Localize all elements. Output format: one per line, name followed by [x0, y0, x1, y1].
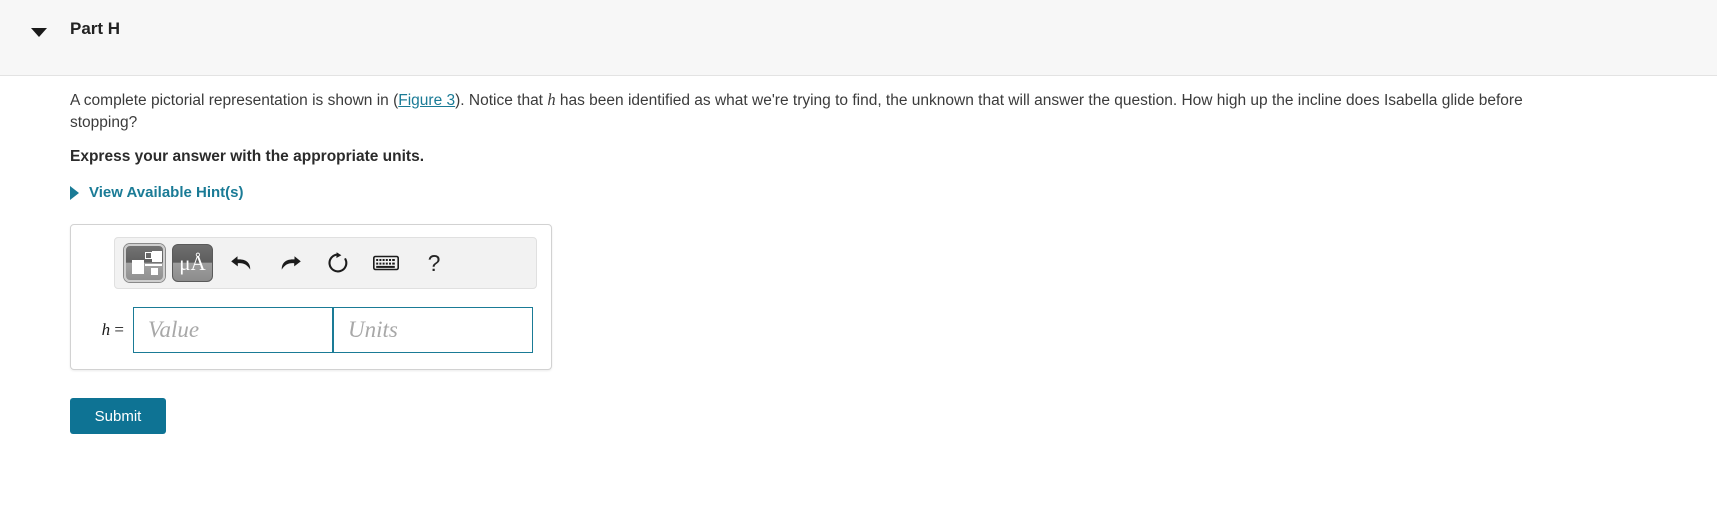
redo-icon — [278, 252, 302, 274]
undo-icon — [230, 252, 254, 274]
disclosure-triangle-icon[interactable] — [30, 23, 48, 41]
question-text-after-link-1: ). Notice that — [455, 92, 548, 109]
question-body: A complete pictorial representation is s… — [0, 76, 1717, 434]
question-mark-icon: ? — [427, 249, 441, 276]
answer-variable-label: h = — [101, 320, 124, 339]
question-text-before-link: A complete pictorial representation is s… — [70, 92, 399, 109]
page-title: Part H — [70, 19, 121, 38]
units-input[interactable] — [333, 307, 533, 353]
math-template-button[interactable] — [124, 244, 165, 282]
triangle-right-icon — [70, 186, 79, 200]
redo-button[interactable] — [268, 244, 312, 282]
undo-button[interactable] — [220, 244, 264, 282]
help-button[interactable]: ? — [412, 244, 456, 282]
math-toolbar: μÅ ? — [114, 237, 537, 289]
view-hints-label: View Available Hint(s) — [89, 184, 244, 201]
figure-link[interactable]: Figure 3 — [398, 92, 455, 109]
view-hints-toggle[interactable]: View Available Hint(s) — [70, 166, 300, 201]
question-text: A complete pictorial representation is s… — [70, 89, 1550, 134]
reset-circular-arrow-icon — [326, 251, 350, 275]
answer-instruction: Express your answer with the appropriate… — [70, 148, 425, 165]
keyboard-button[interactable] — [364, 244, 408, 282]
units-button[interactable]: μÅ — [172, 244, 213, 282]
math-template-icon — [131, 251, 162, 275]
reset-button[interactable] — [316, 244, 360, 282]
keyboard-icon — [373, 254, 399, 272]
micro-angstrom-icon: μÅ — [179, 250, 206, 275]
part-header: Part H — [0, 0, 1717, 76]
answer-input-row: h = — [71, 307, 551, 353]
submit-button[interactable]: Submit — [70, 398, 166, 434]
value-input[interactable] — [133, 307, 333, 353]
question-variable-h: h — [547, 90, 556, 109]
answer-box: μÅ ? h = Value Units — [70, 224, 552, 370]
